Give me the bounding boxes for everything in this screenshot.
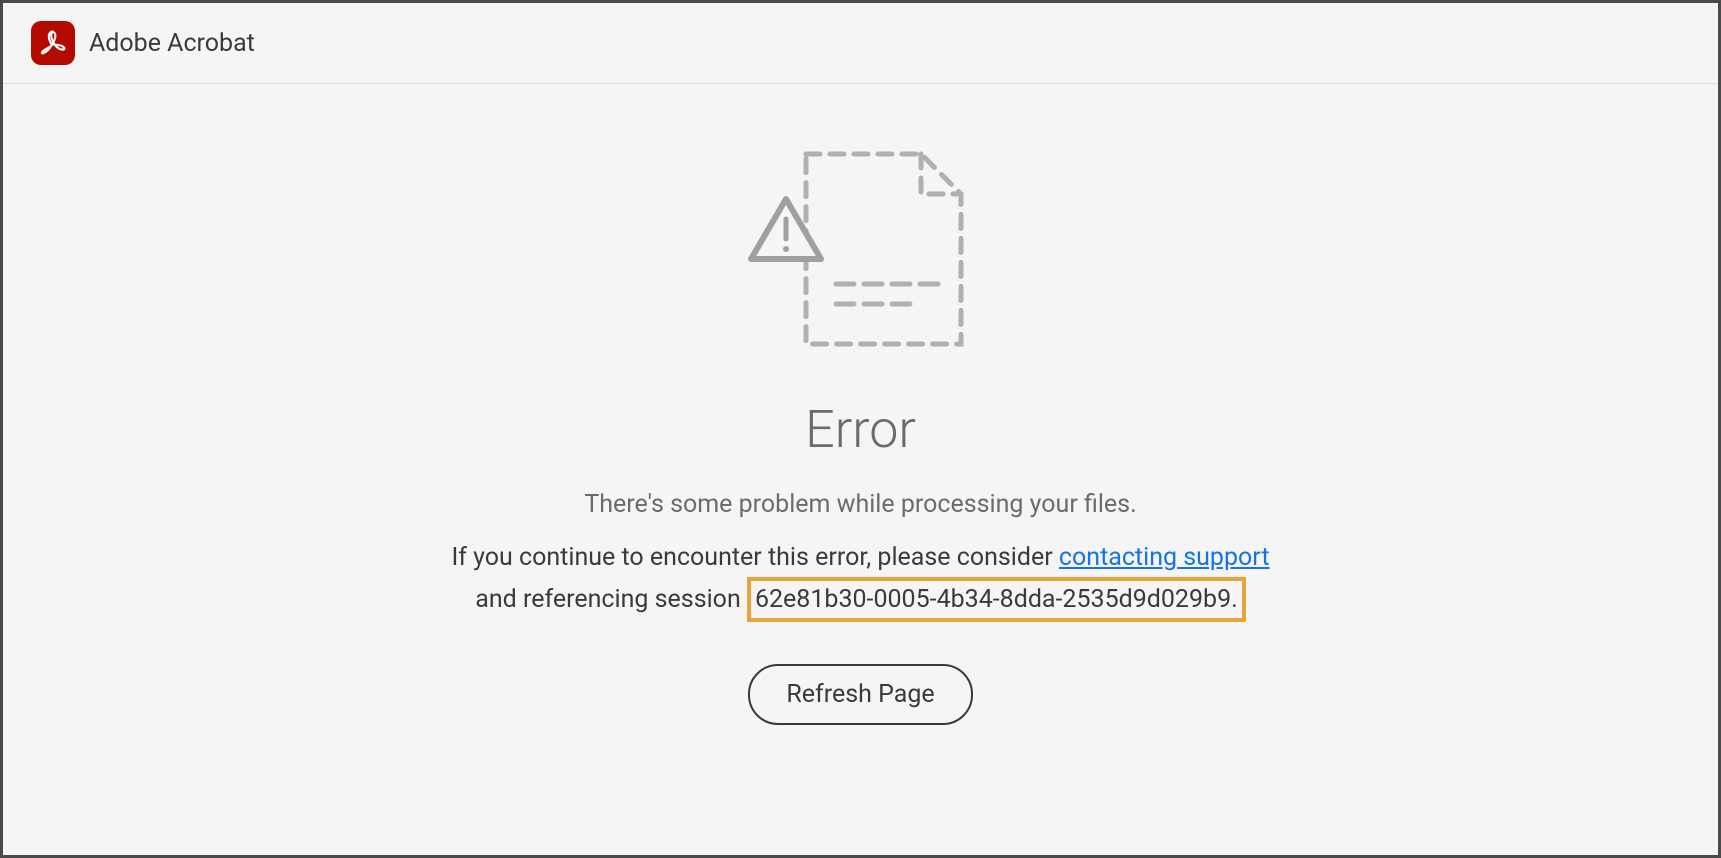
- session-id-highlight: 62e81b30-0005-4b34-8dda-2535d9d029b9.: [747, 577, 1246, 623]
- adobe-acrobat-icon: [31, 21, 75, 65]
- contact-support-link[interactable]: contacting support: [1059, 543, 1270, 572]
- error-subtitle: There's some problem while processing yo…: [584, 490, 1136, 519]
- error-document-icon: [731, 139, 991, 359]
- error-detail-middle: and referencing session: [475, 585, 747, 614]
- refresh-page-button[interactable]: Refresh Page: [748, 664, 972, 725]
- error-content: Error There's some problem while process…: [3, 84, 1718, 725]
- error-detail-text: If you continue to encounter this error,…: [451, 539, 1271, 622]
- app-title: Adobe Acrobat: [89, 29, 255, 58]
- error-heading: Error: [805, 399, 916, 460]
- error-detail-prefix: If you continue to encounter this error,…: [451, 543, 1058, 572]
- app-header: Adobe Acrobat: [3, 3, 1718, 84]
